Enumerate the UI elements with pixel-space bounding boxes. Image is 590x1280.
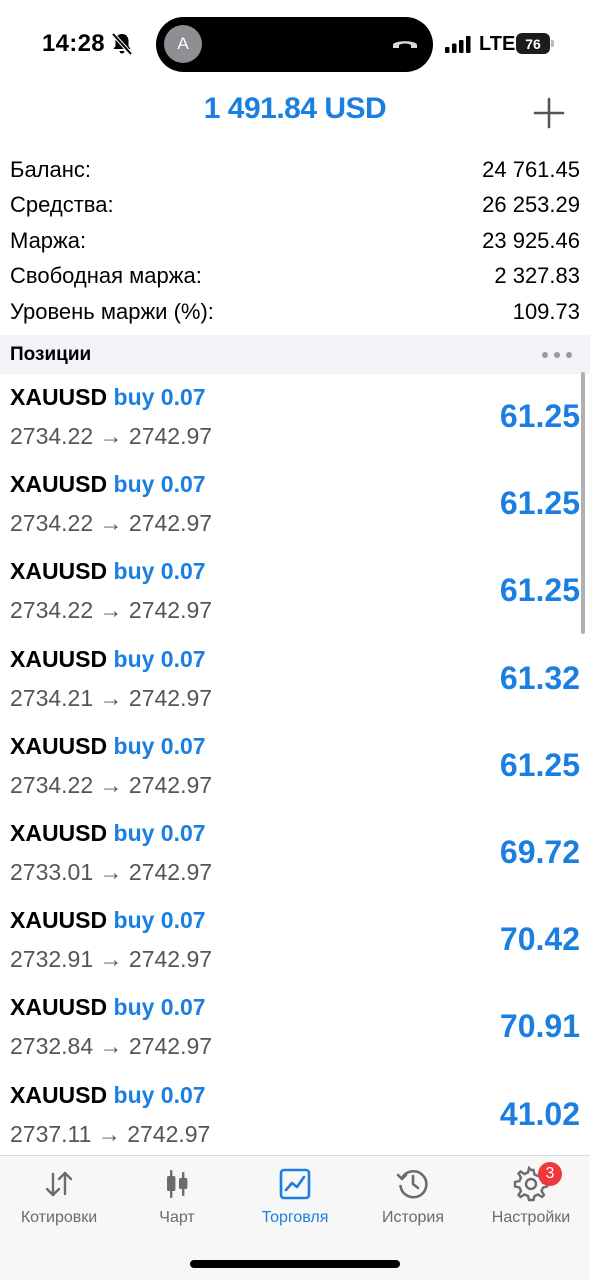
battery-level: 76 bbox=[516, 33, 550, 54]
positions-list[interactable]: XAUUSD buy 0.07 2734.22 → 2742.97 61.25 … bbox=[0, 374, 590, 1154]
summary-row-free-margin: Свободная маржа: 2 327.83 bbox=[0, 259, 590, 295]
position-symbol: XAUUSD buy 0.07 bbox=[10, 994, 206, 1021]
summary-value: 26 253.29 bbox=[482, 192, 580, 218]
position-type: buy 0.07 bbox=[113, 994, 206, 1021]
account-balance-title: 1 491.84 USD bbox=[203, 92, 387, 125]
position-symbol: XAUUSD buy 0.07 bbox=[10, 819, 206, 846]
position-profit: 70.91 bbox=[499, 1008, 580, 1045]
more-options-icon[interactable] bbox=[542, 351, 572, 358]
trade-chart-icon bbox=[279, 1168, 311, 1200]
cellular-signal-icon bbox=[445, 36, 471, 53]
summary-value: 23 925.46 bbox=[482, 227, 580, 253]
position-symbol: XAUUSD buy 0.07 bbox=[10, 907, 206, 934]
tab-label: Настройки bbox=[491, 1209, 571, 1226]
summary-label: Маржа: bbox=[10, 227, 87, 253]
status-time: 14:28 bbox=[42, 30, 105, 57]
position-prices: 2734.22 → 2742.97 bbox=[10, 771, 213, 798]
caller-avatar: A bbox=[164, 25, 202, 63]
section-title: Позиции bbox=[10, 343, 92, 365]
position-row[interactable]: XAUUSD buy 0.07 2733.01 → 2742.97 69.72 bbox=[0, 810, 590, 897]
position-type: buy 0.07 bbox=[113, 384, 206, 410]
position-prices: 2734.22 → 2742.97 bbox=[10, 597, 213, 624]
summary-value: 2 327.83 bbox=[494, 263, 580, 289]
summary-label: Баланс: bbox=[10, 156, 92, 182]
add-order-button[interactable] bbox=[532, 96, 566, 130]
position-type: buy 0.07 bbox=[113, 732, 206, 759]
tab-history[interactable]: История bbox=[354, 1166, 472, 1227]
bell-off-icon bbox=[111, 32, 133, 56]
tab-chart[interactable]: Чарт bbox=[118, 1166, 236, 1227]
position-profit: 61.25 bbox=[499, 485, 580, 522]
position-prices: 2733.01 → 2742.97 bbox=[10, 858, 213, 885]
position-row[interactable]: XAUUSD buy 0.07 2734.22 → 2742.97 61.25 bbox=[0, 723, 590, 810]
position-row[interactable]: XAUUSD buy 0.07 2732.91 → 2742.97 70.42 bbox=[0, 897, 590, 984]
candlestick-chart-icon bbox=[167, 1170, 188, 1198]
notification-badge: 3 bbox=[538, 1162, 562, 1186]
position-type: buy 0.07 bbox=[113, 558, 206, 585]
tab-settings[interactable]: Настройки 3 bbox=[472, 1162, 590, 1227]
position-prices: 2734.22 → 2742.97 bbox=[10, 423, 213, 449]
position-symbol: XAUUSD buy 0.07 bbox=[10, 558, 206, 585]
position-type: buy 0.07 bbox=[113, 645, 206, 672]
position-profit: 61.25 bbox=[499, 572, 580, 609]
summary-row-margin: Маржа: 23 925.46 bbox=[0, 223, 590, 259]
position-row[interactable]: XAUUSD buy 0.07 2732.84 → 2742.97 70.91 bbox=[0, 984, 590, 1071]
tab-label: История bbox=[381, 1209, 445, 1226]
tab-quotes[interactable]: Котировки bbox=[0, 1166, 118, 1227]
position-profit: 41.02 bbox=[499, 1095, 580, 1132]
summary-label: Уровень маржи (%): bbox=[10, 298, 214, 324]
quotes-arrows-icon bbox=[45, 1171, 73, 1197]
position-prices: 2732.84 → 2742.97 bbox=[10, 1033, 213, 1060]
position-profit: 61.32 bbox=[499, 659, 580, 696]
position-prices: 2734.22 → 2742.97 bbox=[10, 510, 213, 537]
position-profit: 70.42 bbox=[499, 921, 580, 958]
battery-cap bbox=[551, 40, 554, 47]
tab-trade[interactable]: Торговля bbox=[236, 1166, 354, 1227]
dynamic-island[interactable]: A bbox=[156, 17, 433, 72]
position-row[interactable]: XAUUSD buy 0.07 2734.21 → 2742.97 61.32 bbox=[0, 636, 590, 723]
position-prices: 2732.91 → 2742.97 bbox=[10, 946, 213, 973]
position-type: buy 0.07 bbox=[113, 819, 206, 846]
position-profit: 61.25 bbox=[499, 746, 580, 783]
summary-row-margin-level: Уровень маржи (%): 109.73 bbox=[0, 294, 590, 330]
summary-value: 109.73 bbox=[512, 298, 580, 324]
positions-section-header: Позиции bbox=[0, 335, 590, 374]
position-type: buy 0.07 bbox=[113, 1081, 206, 1108]
history-clock-icon bbox=[396, 1170, 428, 1199]
position-profit: 69.72 bbox=[499, 833, 580, 870]
summary-row-balance: Баланс: 24 761.45 bbox=[0, 152, 590, 188]
position-type: buy 0.07 bbox=[113, 471, 206, 498]
position-symbol: XAUUSD buy 0.07 bbox=[10, 384, 206, 410]
position-row[interactable]: XAUUSD buy 0.07 2734.22 → 2742.97 61.25 bbox=[0, 548, 590, 635]
position-symbol: XAUUSD buy 0.07 bbox=[10, 1081, 206, 1108]
position-prices: 2734.21 → 2742.97 bbox=[10, 684, 213, 711]
scrollbar[interactable] bbox=[581, 372, 585, 634]
network-type: LTE bbox=[479, 33, 516, 55]
tab-label: Торговля bbox=[261, 1209, 329, 1226]
position-row[interactable]: XAUUSD buy 0.07 2737.11 → 2742.97 41.02 bbox=[0, 1072, 590, 1155]
tab-label: Котировки bbox=[20, 1209, 98, 1226]
account-summary: Баланс: 24 761.45 Средства: 26 253.29 Ма… bbox=[0, 152, 590, 330]
summary-value: 24 761.45 bbox=[482, 156, 580, 182]
position-profit: 61.25 bbox=[499, 398, 580, 434]
summary-label: Средства: bbox=[10, 192, 114, 218]
status-bar: 14:28 A LTE 76 bbox=[0, 0, 590, 88]
battery-icon: 76 bbox=[516, 33, 554, 54]
position-symbol: XAUUSD buy 0.07 bbox=[10, 471, 206, 498]
summary-row-equity: Средства: 26 253.29 bbox=[0, 188, 590, 224]
tab-label: Чарт bbox=[159, 1209, 195, 1226]
position-symbol: XAUUSD buy 0.07 bbox=[10, 732, 206, 759]
phone-hangup-icon bbox=[393, 41, 417, 48]
position-row[interactable]: XAUUSD buy 0.07 2734.22 → 2742.97 61.25 bbox=[0, 374, 590, 461]
position-type: buy 0.07 bbox=[113, 907, 206, 934]
summary-label: Свободная маржа: bbox=[10, 263, 202, 289]
position-prices: 2737.11 → 2742.97 bbox=[10, 1120, 211, 1147]
position-row[interactable]: XAUUSD buy 0.07 2734.22 → 2742.97 61.25 bbox=[0, 461, 590, 548]
home-indicator[interactable] bbox=[190, 1260, 400, 1268]
position-symbol: XAUUSD buy 0.07 bbox=[10, 645, 206, 672]
